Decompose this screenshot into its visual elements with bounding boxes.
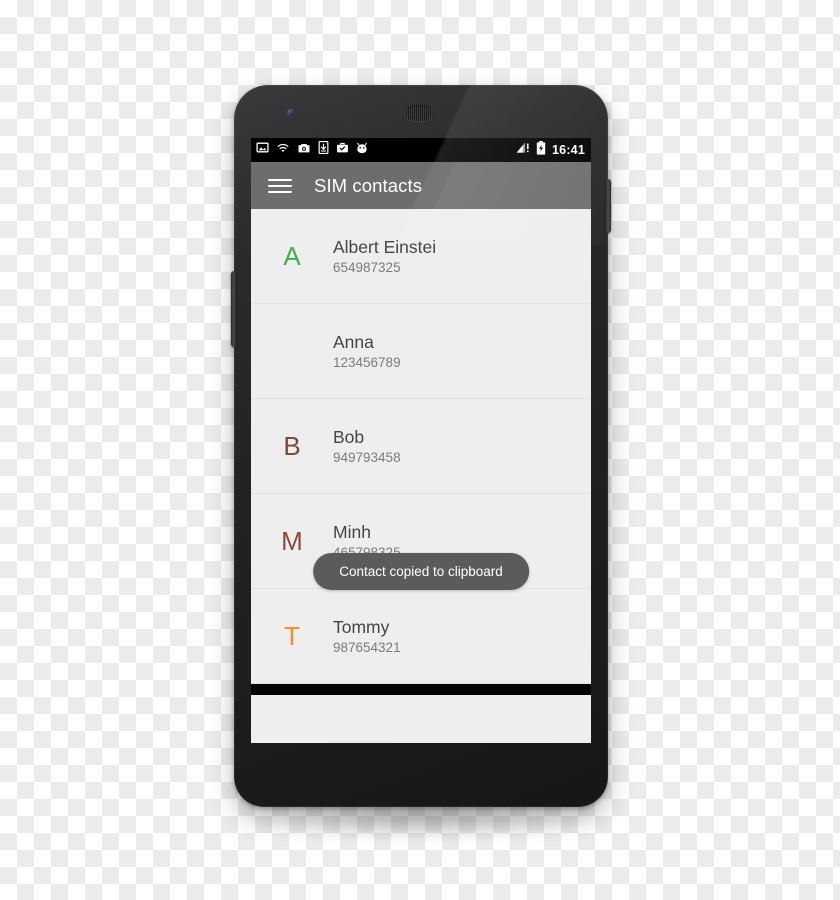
contact-number: 987654321 [333,639,401,655]
earpiece-speaker [405,104,433,122]
sim-contacts-list[interactable]: A Albert Einstei 654987325 Anna 12345678… [251,209,591,684]
table-row[interactable]: T Tommy 987654321 [251,589,591,684]
contact-index-letter: M [281,526,303,556]
contact-index-letter: B [283,431,301,461]
smartphone-device: 16:41 SIM contacts A Albert Einstei 6549… [231,85,611,807]
status-bar-right-icons: 16:41 [516,140,585,160]
contact-index-letter: A [283,241,301,271]
menu-line-1 [268,178,292,181]
power-button[interactable] [606,179,611,233]
menu-line-2 [268,184,292,187]
download-icon [318,140,329,159]
table-row[interactable]: Anna 123456789 [251,304,591,399]
table-row[interactable]: B Bob 949793458 [251,399,591,494]
status-bar-left-icons [256,140,368,159]
battery-charging-icon [536,140,546,160]
page-title: SIM contacts [314,174,423,196]
contact-details: Bob 949793458 [333,427,401,466]
android-head-icon [356,141,368,159]
wifi-icon [276,141,290,159]
contact-details: Anna 123456789 [333,332,401,371]
proximity-sensor [524,112,528,116]
contact-number: 123456789 [333,354,401,370]
status-bar-clock: 16:41 [552,142,585,157]
contact-name: Albert Einstei [333,236,437,257]
contact-details: Albert Einstei 654987325 [333,237,436,276]
contact-name: Minh [333,521,371,542]
ambient-light-sensor [536,112,540,116]
camera-icon [297,141,311,159]
contact-name: Tommy [333,616,390,637]
hamburger-menu-icon[interactable] [268,174,292,198]
signal-no-sim-icon [516,141,531,159]
front-camera-lens [287,109,295,117]
work-briefcase-check-icon [336,141,349,159]
contact-name: Bob [333,426,365,447]
contact-number: 949793458 [333,449,401,465]
image-icon [256,141,269,159]
menu-line-3 [268,190,292,193]
contact-details: Tommy 987654321 [333,617,401,656]
contact-number: 654987325 [333,259,401,275]
contact-name: Anna [333,331,374,352]
volume-rocker-button[interactable] [231,271,236,347]
toast-notification: Contact copied to clipboard [313,553,529,590]
status-bar[interactable]: 16:41 [251,138,591,162]
table-row[interactable]: A Albert Einstei 654987325 [251,209,591,304]
contact-index-letter: T [284,621,300,651]
phone-screen: 16:41 SIM contacts A Albert Einstei 6549… [251,138,591,743]
app-toolbar: SIM contacts [251,162,591,209]
